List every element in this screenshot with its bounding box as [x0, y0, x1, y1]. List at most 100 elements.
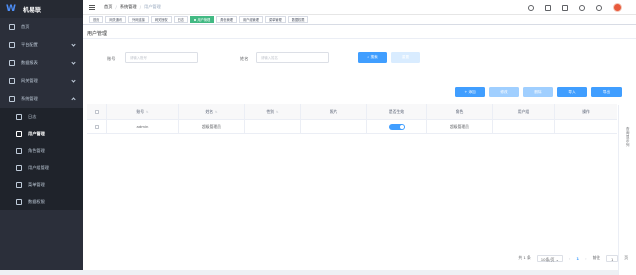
export-button[interactable]: 导出: [591, 87, 622, 97]
sidebar-item-label: 网关管理: [21, 78, 38, 83]
tags-view: 首页 网关通讯 外网连接 网关授权 日志 用户管理 角色管理 用户组管理 菜单管…: [83, 15, 636, 25]
row-checkbox[interactable]: [94, 124, 99, 129]
cell-group: [493, 120, 555, 133]
select-all-cell[interactable]: [87, 104, 107, 119]
enabled-switch[interactable]: [388, 123, 405, 130]
search-button[interactable]: ⌕ 搜索: [358, 52, 387, 63]
chevron-down-icon: [71, 78, 76, 83]
search-button-label: 搜索: [370, 55, 378, 59]
tag-group-management[interactable]: 用户组管理: [239, 16, 263, 23]
sidebar-item-data-permission[interactable]: 数据权限: [0, 193, 83, 210]
tag-menu-management[interactable]: 菜单管理: [264, 16, 286, 23]
account-input[interactable]: 请输入账号: [125, 52, 198, 63]
sidebar-item-menu-management[interactable]: 菜单管理: [0, 176, 83, 193]
sort-icon[interactable]: ⇅: [276, 110, 279, 114]
column-toggle-tab[interactable]: 查询显示列: [618, 105, 636, 275]
table-row[interactable]: admin 超级管理员 超级管理员: [87, 120, 617, 134]
current-page[interactable]: 1: [576, 256, 579, 261]
column-group: 用户组: [493, 104, 555, 119]
import-button[interactable]: 导入: [557, 87, 587, 97]
navbar: 首页 / 系统管理 / 用户管理: [83, 0, 636, 15]
sidebar-item-label: 系统管理: [21, 96, 38, 101]
sidebar-item-label: 菜单管理: [28, 181, 45, 187]
menu-icon: [16, 181, 22, 188]
sidebar-item-platform-config[interactable]: 平台配置: [0, 36, 83, 54]
language-icon[interactable]: [579, 4, 585, 11]
page-title: 用户管理: [87, 31, 108, 37]
divider: [83, 38, 636, 39]
user-icon: [16, 130, 22, 137]
brand[interactable]: W 机易联: [0, 0, 83, 18]
system-submenu: 日志 用户管理 角色管理 用户组管理 菜单管理 数据权限: [0, 108, 83, 210]
goto-label: 前往: [592, 255, 601, 260]
hamburger-icon[interactable]: [89, 4, 95, 10]
sidebar-item-label: 首页: [21, 24, 30, 29]
avatar[interactable]: [613, 3, 622, 12]
tag-role-management[interactable]: 角色管理: [216, 16, 237, 23]
chevron-down-icon: [71, 42, 76, 47]
cell-name: 超级管理员: [179, 120, 245, 133]
sidebar-item-label: 用户管理: [28, 130, 45, 136]
sidebar-item-label: 平台配置: [21, 42, 38, 47]
edit-button[interactable]: 修改: [489, 87, 519, 97]
select-all-checkbox[interactable]: [94, 109, 99, 114]
tag-log[interactable]: 日志: [173, 16, 188, 23]
tag-gateway-comm[interactable]: 网关通讯: [105, 16, 127, 23]
search-icon[interactable]: [528, 4, 534, 11]
sidebar-item-label: 用户组管理: [28, 164, 49, 170]
page-size-select[interactable]: 10条/页 ⌄: [536, 254, 563, 262]
breadcrumb-separator: /: [115, 4, 117, 10]
column-label: 姓名: [205, 108, 214, 114]
table-header: 账号 ⇅ 姓名 ⇅ 性别 ⇅ 照片 是否生效 角色 用户组 操作: [87, 104, 617, 120]
column-account[interactable]: 账号 ⇅: [107, 104, 179, 119]
gear-icon[interactable]: [596, 4, 602, 11]
user-table: 账号 ⇅ 姓名 ⇅ 性别 ⇅ 照片 是否生效 角色 用户组 操作 admin 超级管理…: [87, 104, 617, 134]
cell-account: admin: [107, 120, 179, 133]
cell-photo: [301, 120, 367, 133]
row-select-cell[interactable]: [87, 120, 107, 133]
breadcrumb-item[interactable]: 首页: [104, 4, 112, 10]
add-button[interactable]: + 添加: [455, 87, 485, 97]
column-label: 性别: [266, 108, 275, 114]
chevron-up-icon: [71, 97, 76, 102]
column-enabled: 是否生效: [367, 104, 427, 119]
home-icon: [9, 24, 15, 30]
sidebar-item-user-management[interactable]: 用户管理: [0, 125, 83, 142]
sort-icon[interactable]: ⇅: [146, 110, 149, 114]
cell-gender: [245, 120, 301, 133]
sidebar-item-system[interactable]: 系统管理: [0, 90, 83, 108]
name-input[interactable]: 请输入姓名: [256, 52, 329, 63]
fullscreen-icon[interactable]: [545, 4, 551, 11]
column-gender[interactable]: 性别 ⇅: [245, 104, 301, 119]
column-name[interactable]: 姓名 ⇅: [179, 104, 245, 119]
tag-home[interactable]: 首页: [89, 16, 104, 23]
sidebar-item-log[interactable]: 日志: [0, 108, 83, 125]
sidebar-item-label: 角色管理: [28, 147, 45, 153]
tag-user-management[interactable]: 用户管理: [190, 16, 215, 23]
logo-icon: W: [6, 4, 16, 14]
sort-icon[interactable]: ⇅: [215, 110, 218, 114]
reset-button[interactable]: 重置: [391, 52, 420, 63]
cell-enabled: [367, 120, 427, 133]
tag-gateway-auth[interactable]: 网关授权: [150, 16, 172, 23]
settings-icon: [9, 42, 15, 48]
prev-page-icon[interactable]: ‹: [569, 256, 571, 261]
breadcrumb-separator: /: [139, 4, 141, 10]
name-label: 姓名: [240, 56, 249, 61]
delete-button[interactable]: 删除: [523, 87, 553, 97]
account-label: 账号: [107, 56, 116, 61]
tag-data-permission[interactable]: 数据权限: [287, 16, 309, 23]
pagination-total: 共 1 条: [518, 255, 531, 260]
font-size-icon[interactable]: [562, 4, 568, 11]
sidebar-item-gateway[interactable]: 网关管理: [0, 72, 83, 90]
sidebar-item-role-management[interactable]: 角色管理: [0, 142, 83, 159]
sidebar-item-data-report[interactable]: 数据报表: [0, 54, 83, 72]
goto-page-input[interactable]: 1: [606, 254, 619, 262]
column-label: 账号: [136, 108, 145, 114]
sidebar-item-group-management[interactable]: 用户组管理: [0, 159, 83, 176]
sidebar-item-home[interactable]: 首页: [0, 18, 83, 36]
tag-external-connection[interactable]: 外网连接: [128, 16, 149, 23]
next-page-icon[interactable]: ›: [585, 256, 587, 261]
role-icon: [16, 147, 22, 154]
chevron-down-icon: [71, 60, 76, 65]
